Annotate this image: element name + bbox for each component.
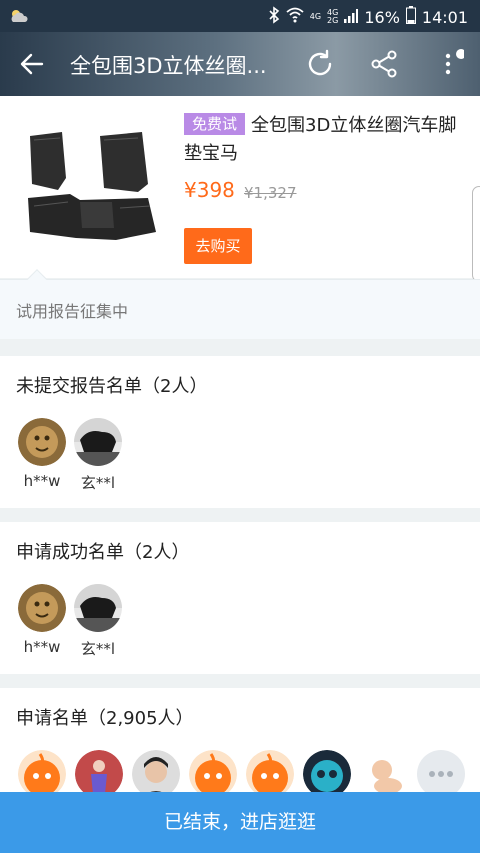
avatar[interactable] bbox=[74, 584, 122, 632]
share-icon[interactable] bbox=[368, 48, 400, 80]
report-notice: 试用报告征集中 bbox=[0, 269, 480, 339]
buy-button[interactable]: 去购买 bbox=[184, 228, 252, 264]
avatar[interactable] bbox=[74, 418, 122, 466]
status-bar: 4G 4G 2G 16% 14:01 bbox=[0, 0, 480, 32]
side-drawer-handle[interactable] bbox=[472, 186, 480, 282]
network-indicator: 4G bbox=[309, 12, 322, 21]
product-title: 免费试 全包围3D立体丝圈汽车脚垫宝马 bbox=[184, 112, 474, 168]
clock: 14:01 bbox=[421, 7, 468, 27]
section-title: 申请名单（2,905人） bbox=[16, 708, 194, 729]
product-image[interactable] bbox=[20, 128, 164, 246]
user-entry[interactable]: 玄**l bbox=[74, 584, 122, 659]
visit-store-button[interactable]: 已结束，进店逛逛 bbox=[0, 792, 480, 853]
weather-icon bbox=[8, 8, 30, 28]
avatar[interactable] bbox=[75, 750, 123, 798]
app-header: 全包围3D立体丝圈... bbox=[0, 32, 480, 96]
free-trial-badge: 免费试 bbox=[184, 113, 246, 135]
user-entry[interactable]: h**w bbox=[18, 418, 66, 493]
user-entry[interactable]: 玄**l bbox=[74, 418, 122, 493]
user-name: h**w bbox=[23, 472, 61, 490]
more-menu-icon[interactable] bbox=[432, 48, 466, 80]
battery-icon bbox=[405, 6, 416, 28]
page-title: 全包围3D立体丝圈... bbox=[70, 54, 267, 78]
avatar[interactable] bbox=[360, 750, 408, 798]
original-price: ¥1,327 bbox=[244, 184, 297, 202]
bluetooth-icon bbox=[268, 6, 280, 28]
section-title: 申请成功名单（2人） bbox=[16, 542, 190, 563]
product-price: ¥398 bbox=[184, 178, 235, 202]
network-indicator-2: 4G 2G bbox=[327, 8, 339, 25]
avatar[interactable] bbox=[18, 418, 66, 466]
refresh-icon[interactable] bbox=[304, 48, 336, 80]
avatar[interactable] bbox=[303, 750, 351, 798]
avatar[interactable] bbox=[18, 584, 66, 632]
wifi-icon bbox=[286, 7, 304, 27]
applicants-list: 申请名单（2,905人） bbox=[0, 688, 480, 798]
section-title: 未提交报告名单（2人） bbox=[16, 376, 208, 397]
avatar[interactable] bbox=[246, 750, 294, 798]
user-name: 玄**l bbox=[80, 474, 116, 492]
user-name: h**w bbox=[23, 638, 61, 656]
user-name: 玄**l bbox=[80, 640, 116, 658]
successful-applicants-list: 申请成功名单（2人） h**w 玄**l bbox=[0, 522, 480, 674]
signal-icon bbox=[344, 8, 359, 27]
more-applicants-icon[interactable] bbox=[417, 750, 465, 798]
user-entry[interactable]: h**w bbox=[18, 584, 66, 659]
avatar[interactable] bbox=[132, 750, 180, 798]
back-arrow-icon[interactable] bbox=[18, 50, 46, 78]
battery-text: 16% bbox=[364, 7, 400, 27]
avatar[interactable] bbox=[189, 750, 237, 798]
notice-text: 试用报告征集中 bbox=[16, 302, 129, 321]
product-card[interactable]: 免费试 全包围3D立体丝圈汽车脚垫宝马 ¥398 ¥1,327 去购买 bbox=[0, 96, 480, 282]
unsubmitted-report-list: 未提交报告名单（2人） h**w 玄**l bbox=[0, 356, 480, 508]
avatar[interactable] bbox=[18, 750, 66, 798]
